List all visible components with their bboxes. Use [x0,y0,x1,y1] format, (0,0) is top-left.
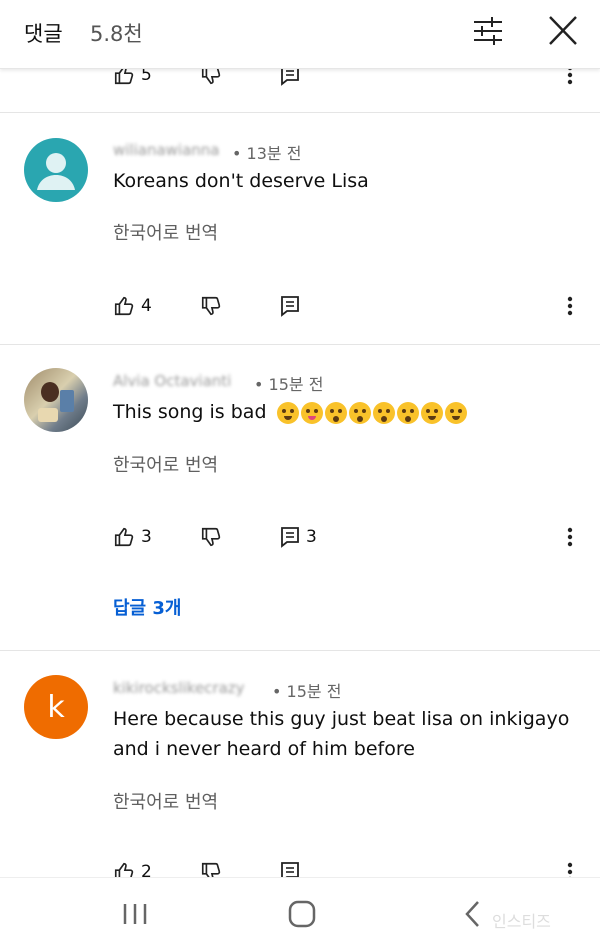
avatar[interactable]: k [24,675,88,739]
thumbs-up-icon [114,296,134,316]
translate-link[interactable]: 한국어로 번역 [113,451,218,477]
comment-actions: 4 [0,291,600,321]
like-count: 4 [141,296,152,316]
comment-username[interactable]: Alvia Octavianti [113,372,231,390]
comment-username[interactable]: wilianawianna [113,141,220,159]
comment-time: • 15분 전 [254,375,324,394]
comments-count: 5.8천 [90,22,143,46]
dislike-button[interactable] [200,291,222,321]
dizzy-face-emoji-icon [396,401,419,424]
home-icon[interactable] [287,896,317,932]
like-count: 3 [141,527,152,547]
translate-link[interactable]: 한국어로 번역 [113,788,218,814]
comment-text-container: This song is bad [113,396,467,428]
comment-actions: 3 3 [0,522,600,552]
like-button[interactable]: 4 [113,291,152,321]
comments-title: 댓글 [24,22,63,46]
tired-face-emoji-icon [444,401,467,424]
angry-face-emoji-icon [276,401,299,424]
user-silhouette-icon [37,153,75,190]
reply-icon [281,527,299,548]
comment-text-line: and i never heard of him before [113,738,415,760]
view-replies-link[interactable]: 답글 3개 [113,594,181,620]
like-button[interactable]: 3 [113,522,152,552]
recent-apps-icon[interactable] [120,896,150,932]
comment-username[interactable]: kikirockslikecrazy [113,679,245,697]
profile-photo-icon [38,382,74,422]
avatar-letter: k [47,689,65,725]
avatar[interactable] [24,138,88,202]
avatar[interactable] [24,368,88,432]
thumbs-up-icon [114,527,134,547]
comment-text: This song is bad [113,401,267,423]
system-navigation-bar: 인스티즈 [0,877,600,952]
divider [0,344,600,345]
tired-face-emoji-icon [420,401,443,424]
dizzy-face-emoji-icon [324,401,347,424]
divider [0,112,600,113]
reply-button[interactable] [280,291,300,321]
divider [0,650,600,651]
comment-text: Koreans don't deserve Lisa [113,170,369,192]
thumbs-down-icon [201,527,221,547]
comment-text-line: Here because this guy just beat lisa on … [113,708,570,730]
comment-time: • 15분 전 [272,682,342,701]
thumbs-down-icon [201,296,221,316]
tongue-face-emoji-icon [300,401,323,424]
back-icon[interactable] [458,896,488,932]
dizzy-face-emoji-icon [372,401,395,424]
translate-link[interactable]: 한국어로 번역 [113,219,218,245]
sliders-icon[interactable] [470,14,506,48]
more-options-icon[interactable] [562,291,578,321]
close-icon[interactable] [545,14,581,48]
comment-time: • 13분 전 [232,144,302,163]
reply-button[interactable]: 3 [280,522,317,552]
emoji-group [276,401,467,424]
watermark: 인스티즈 [492,912,551,931]
comments-header: 댓글 5.8천 [0,0,600,69]
reply-icon [281,296,299,317]
more-options-icon[interactable] [562,522,578,552]
dislike-button[interactable] [200,522,222,552]
dizzy-face-emoji-icon [348,401,371,424]
reply-count: 3 [306,527,317,547]
